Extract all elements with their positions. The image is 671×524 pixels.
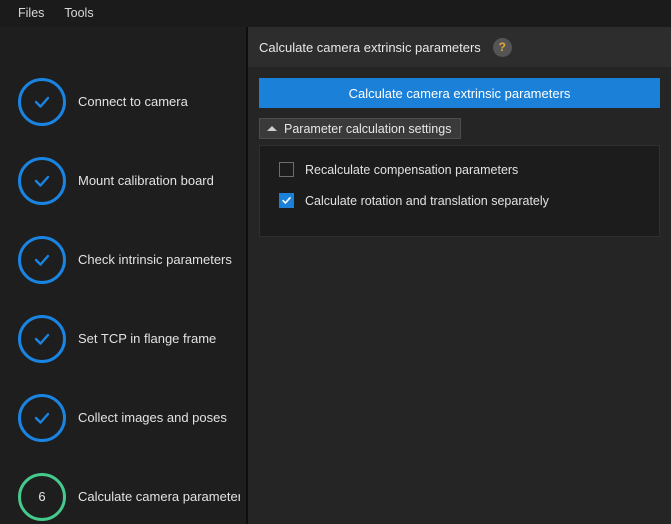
sidebar-step-mount-calibration-board[interactable]: Mount calibration board [0,141,240,220]
sidebar-step-calculate-camera-parameters[interactable]: 6 Calculate camera parameters [0,457,240,524]
sidebar-step-check-intrinsic-parameters[interactable]: Check intrinsic parameters [0,220,240,299]
checkbox-label-recalculate-compensation-parameters: Recalculate compensation parameters [305,162,519,177]
step-badge-done-1 [18,77,66,126]
step-badge-done-4 [18,314,66,363]
page-title: Calculate camera extrinsic parameters [259,39,481,55]
sidebar-step-collect-images-and-poses[interactable]: Collect images and poses [0,378,240,457]
chevron-up-icon [267,126,277,131]
check-icon [282,196,291,204]
menu-item-files[interactable]: Files [8,3,54,24]
check-icon [34,96,50,108]
parameter-calculation-settings-label: Parameter calculation settings [284,121,452,136]
check-icon [34,254,50,266]
checkbox-recalculate-compensation-parameters[interactable] [279,162,294,177]
check-icon [34,175,50,187]
checkbox-label-calculate-rotation-and-translation-separately: Calculate rotation and translation separ… [305,193,549,208]
menu-bar: Files Tools [0,0,671,27]
sidebar-step-set-tcp-in-flange-frame[interactable]: Set TCP in flange frame [0,299,240,378]
step-badge-done-3 [18,235,66,284]
help-icon[interactable]: ? [492,37,512,57]
sidebar-step-label-3: Check intrinsic parameters [78,252,232,267]
pane-header: Calculate camera extrinsic parameters ? [248,27,671,67]
menu-item-tools[interactable]: Tools [54,3,103,24]
sidebar-step-label-6: Calculate camera parameters [78,489,240,504]
step-number-label: 6 [38,489,46,504]
parameter-calculation-settings-group: Recalculate compensation parameters Calc… [259,145,660,237]
sidebar-step-label-2: Mount calibration board [78,173,214,188]
parameter-calculation-settings-toggle[interactable]: Parameter calculation settings [259,118,462,139]
sidebar-step-label-1: Connect to camera [78,94,188,109]
sidebar-step-connect-to-camera[interactable]: Connect to camera [0,62,240,141]
pane-content: Calculate camera extrinsic parameters Pa… [248,67,671,524]
checkbox-row-calculate-rotation-and-translation-separately[interactable]: Calculate rotation and translation separ… [279,193,549,208]
checkbox-calculate-rotation-and-translation-separately[interactable] [279,193,294,208]
panel-splitter[interactable] [240,27,248,524]
application-window: Files Tools Connect to camera Mount cali… [0,0,671,524]
content-pane: Calculate camera extrinsic parameters ? … [248,27,671,524]
step-badge-current-6: 6 [18,472,66,521]
main-split-container: Connect to camera Mount calibration boar… [0,27,671,524]
checkbox-row-recalculate-compensation-parameters[interactable]: Recalculate compensation parameters [279,162,518,177]
calculate-camera-extrinsic-parameters-button[interactable]: Calculate camera extrinsic parameters [259,78,660,108]
step-badge-done-5 [18,393,66,442]
step-badge-done-2 [18,156,66,205]
check-icon [34,412,50,424]
sidebar-step-label-4: Set TCP in flange frame [78,331,217,346]
check-icon [34,333,50,345]
steps-sidebar: Connect to camera Mount calibration boar… [0,27,240,524]
sidebar-step-label-5: Collect images and poses [78,410,227,425]
